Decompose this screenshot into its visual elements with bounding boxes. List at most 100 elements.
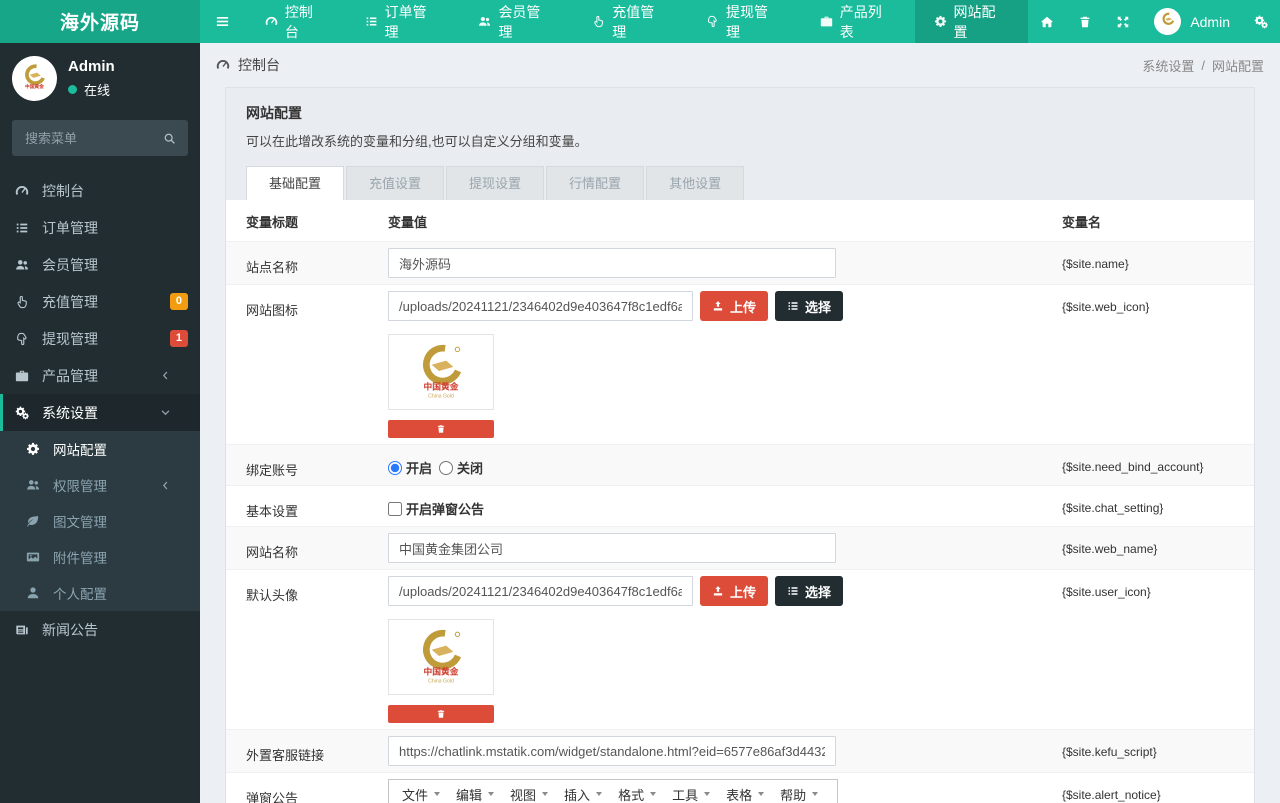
- nav-item-members[interactable]: 会员管理: [459, 0, 573, 43]
- sidebar-item-recharge[interactable]: 充值管理 0: [0, 283, 200, 320]
- fullscreen-button[interactable]: [1104, 0, 1142, 43]
- sidebar-toggle-button[interactable]: [200, 0, 246, 43]
- sidebar: 中国黄金 Admin 在线 控制台 订单管理 会员管理 充值管理0 提现管理1 …: [0, 43, 200, 803]
- site-name-input[interactable]: [388, 248, 836, 278]
- upload-button[interactable]: 上传: [700, 291, 769, 321]
- tab-market-config[interactable]: 行情配置: [546, 166, 645, 200]
- editor-menu-format[interactable]: 格式: [610, 782, 664, 803]
- choose-button[interactable]: 选择: [775, 576, 844, 606]
- breadcrumb-parent-link[interactable]: 系统设置: [1142, 56, 1194, 75]
- sidebar-item-profile-config[interactable]: 个人配置: [0, 575, 200, 611]
- editor-menu-view[interactable]: 视图: [502, 782, 556, 803]
- choose-button[interactable]: 选择: [775, 291, 844, 321]
- sidebar-item-permissions[interactable]: 权限管理: [0, 467, 200, 503]
- nav-item-site-config[interactable]: 网站配置: [914, 0, 1029, 43]
- row-title: 站点名称: [246, 260, 299, 275]
- nav-item-dashboard[interactable]: 控制台: [246, 0, 346, 43]
- tab-basic-config[interactable]: 基础配置: [246, 166, 345, 200]
- radio-option-on[interactable]: 开启: [388, 458, 432, 477]
- search-input[interactable]: [12, 120, 150, 156]
- user-icon-path-input[interactable]: [388, 576, 693, 606]
- nav-label: 提现管理: [725, 3, 768, 40]
- table-row: 外置客服链接 {$site.kefu_script}: [226, 729, 1254, 772]
- sidebar-item-orders[interactable]: 订单管理: [0, 209, 200, 246]
- table-row: 网站名称 {$site.web_name}: [226, 526, 1254, 569]
- top-header: 海外源码 控制台 订单管理 会员管理 充值管理 提现管理 产品列表 网站配置 A…: [0, 0, 1280, 43]
- sidebar-item-dashboard[interactable]: 控制台: [0, 172, 200, 209]
- image-icon: [26, 550, 53, 564]
- top-navbar: 控制台 订单管理 会员管理 充值管理 提现管理 产品列表 网站配置 Admin: [200, 0, 1280, 43]
- web-icon-path-input[interactable]: [388, 291, 693, 321]
- editor-menu-help[interactable]: 帮助: [772, 782, 826, 803]
- delete-image-button[interactable]: [388, 705, 494, 723]
- radio-off[interactable]: [439, 460, 454, 475]
- sidebar-item-system-settings[interactable]: 系统设置: [0, 394, 200, 431]
- online-dot-icon: [68, 85, 77, 94]
- sidebar-item-news[interactable]: 新闻公告: [0, 611, 200, 648]
- row-title: 网站图标: [246, 303, 299, 318]
- expand-icon: [1116, 15, 1130, 29]
- svg-text:中国黄金: 中国黄金: [424, 380, 459, 391]
- sidebar-item-members[interactable]: 会员管理: [0, 246, 200, 283]
- radio-option-off[interactable]: 关闭: [439, 458, 483, 477]
- tachometer-icon: [216, 58, 230, 72]
- nav-item-orders[interactable]: 订单管理: [346, 0, 460, 43]
- user-menu[interactable]: Admin: [1142, 8, 1242, 35]
- nav-item-recharge[interactable]: 充值管理: [573, 0, 687, 43]
- editor-menu-tools[interactable]: 工具: [664, 782, 718, 803]
- upload-button[interactable]: 上传: [700, 576, 769, 606]
- settings-button[interactable]: [1242, 0, 1280, 43]
- breadcrumb: 控制台: [216, 55, 280, 75]
- briefcase-icon: [820, 15, 833, 28]
- china-gold-logo: 中国黄金 China Gold: [423, 344, 462, 400]
- home-button[interactable]: [1028, 0, 1066, 43]
- table-header-row: 变量标题 变量值 变量名: [226, 200, 1254, 241]
- china-gold-logo: 中国黄金 China Gold: [423, 629, 462, 685]
- variable-name: {$site.chat_setting}: [1062, 501, 1164, 515]
- chevron-left-icon: [160, 480, 187, 491]
- sidebar-item-withdraw[interactable]: 提现管理 1: [0, 320, 200, 357]
- sidebar-user-info: Admin 在线: [68, 58, 115, 99]
- editor-menu-edit[interactable]: 编辑: [448, 782, 502, 803]
- nav-item-withdraw[interactable]: 提现管理: [687, 0, 801, 43]
- editor-menu-table[interactable]: 表格: [718, 782, 772, 803]
- popup-notice-checkbox[interactable]: [388, 501, 402, 516]
- kefu-link-input[interactable]: [388, 736, 836, 766]
- row-title: 弹窗公告: [246, 791, 299, 803]
- nav-label: 控制台: [284, 3, 313, 40]
- variable-name: {$site.web_icon}: [1062, 300, 1150, 314]
- editor-menu-insert[interactable]: 插入: [556, 782, 610, 803]
- popup-notice-checkbox-label[interactable]: 开启弹窗公告: [388, 499, 484, 518]
- sidebar-item-attachments[interactable]: 附件管理: [0, 539, 200, 575]
- table-row: 站点名称 {$site.name}: [226, 241, 1254, 284]
- tachometer-icon: [265, 15, 278, 28]
- table-row: 基本设置 开启弹窗公告 {$site.chat_setting}: [226, 485, 1254, 526]
- sidebar-item-content-mgmt[interactable]: 图文管理: [0, 503, 200, 539]
- caret-icon: [704, 792, 711, 796]
- chevron-down-icon: [160, 407, 187, 418]
- trash-button[interactable]: [1066, 0, 1104, 43]
- radio-on[interactable]: [388, 460, 402, 475]
- delete-image-button[interactable]: [388, 420, 494, 438]
- caret-icon: [434, 792, 441, 796]
- column-header: 变量值: [388, 215, 428, 230]
- variable-name: {$site.need_bind_account}: [1062, 460, 1204, 474]
- table-row: 网站图标 上传 选择 中国黄金 China Gold {$site.web_ico…: [226, 284, 1254, 444]
- sidebar-item-site-config[interactable]: 网站配置: [0, 431, 200, 467]
- trash-icon: [1078, 15, 1092, 29]
- tab-other-settings[interactable]: 其他设置: [646, 166, 745, 200]
- variable-name: {$site.kefu_script}: [1062, 745, 1157, 759]
- editor-menu-file[interactable]: 文件: [394, 782, 448, 803]
- page-description: 可以在此增改系统的变量和分组,也可以自定义分组和变量。: [246, 134, 588, 149]
- breadcrumb-current: 控制台: [238, 57, 280, 73]
- tab-recharge-settings[interactable]: 充值设置: [346, 166, 445, 200]
- user-status: 在线: [68, 80, 115, 99]
- brand-logo[interactable]: 海外源码: [0, 0, 200, 43]
- web-name-input[interactable]: [388, 533, 836, 563]
- search-button[interactable]: [150, 120, 188, 156]
- sidebar-item-product-mgmt[interactable]: 产品管理: [0, 357, 200, 394]
- nav-item-products[interactable]: 产品列表: [801, 0, 915, 43]
- tab-withdraw-settings[interactable]: 提现设置: [446, 166, 545, 200]
- sidebar-menu: 控制台 订单管理 会员管理 充值管理 0 提现管理 1 产品管理 系统设置 网站配置…: [0, 172, 200, 648]
- row-title: 网站名称: [246, 545, 299, 560]
